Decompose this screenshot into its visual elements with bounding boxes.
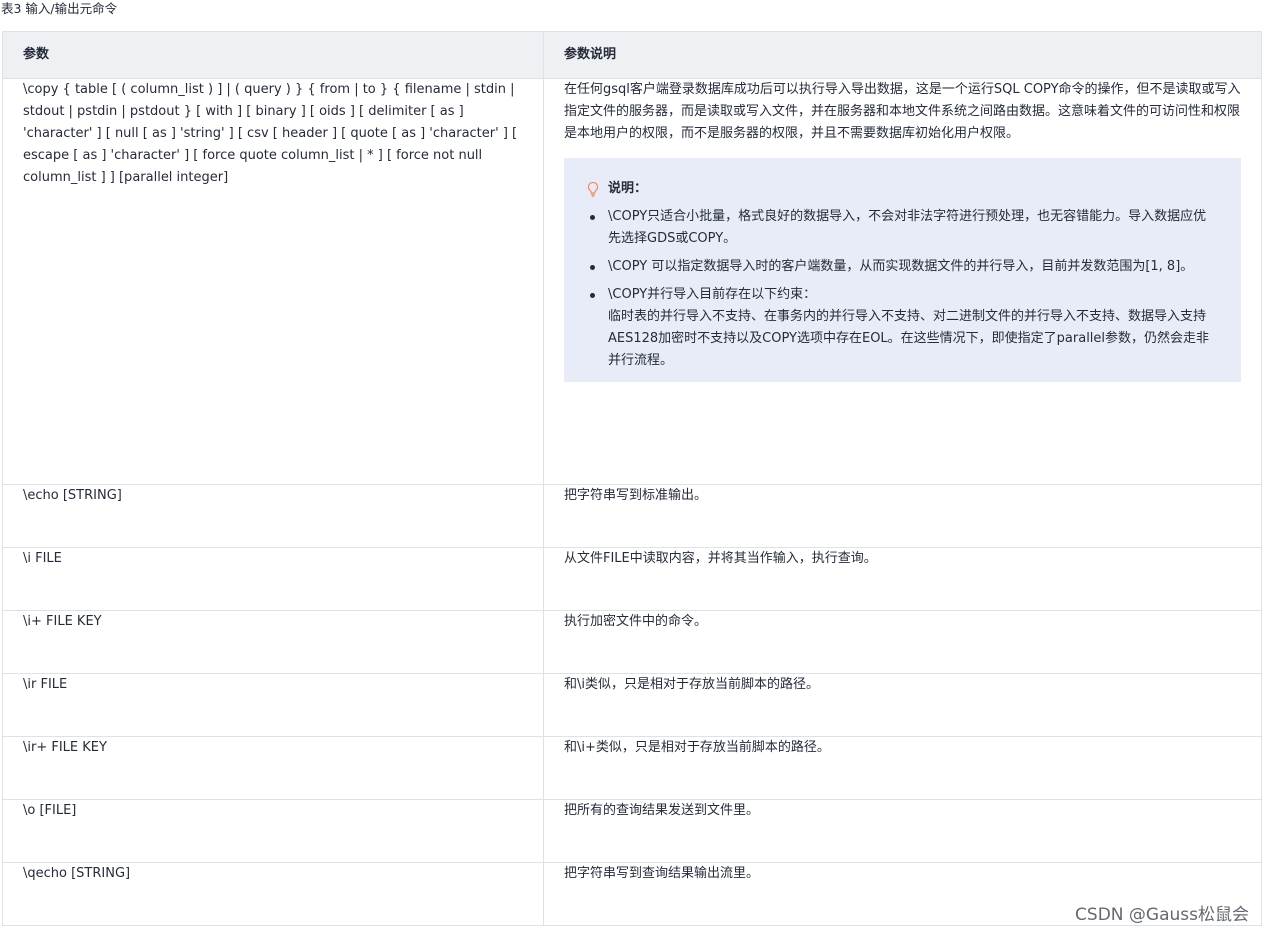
description-cell: 从文件FILE中读取内容，并将其当作输入，执行查询。: [543, 547, 1262, 611]
note-item: \COPY只适合小批量，格式良好的数据导入，不会对非法字符进行预处理，也无容错能…: [590, 206, 1213, 250]
param-cell: \o [FILE]: [2, 799, 544, 863]
description-cell: 把字符串写到标准输出。: [543, 484, 1262, 548]
column-header-description: 参数说明: [543, 31, 1262, 79]
table-row: \ir FILE 和\i类似，只是相对于存放当前脚本的路径。: [2, 673, 1262, 737]
param-cell: \ir FILE: [2, 673, 544, 737]
param-cell: \qecho [STRING]: [2, 862, 544, 926]
table-row: \i FILE 从文件FILE中读取内容，并将其当作输入，执行查询。: [2, 547, 1262, 611]
table-caption: 表3 输入/输出元命令: [1, 1, 118, 16]
table-row: \ir+ FILE KEY 和\i+类似，只是相对于存放当前脚本的路径。: [2, 736, 1262, 800]
param-cell: \i FILE: [2, 547, 544, 611]
table-row: \echo [STRING] 把字符串写到标准输出。: [2, 484, 1262, 548]
note-title: 说明：: [586, 178, 1213, 200]
note-title-text: 说明：: [608, 181, 648, 196]
param-cell: \ir+ FILE KEY: [2, 736, 544, 800]
param-cell: \echo [STRING]: [2, 484, 544, 548]
note-item: \COPY并行导入目前存在以下约束： 临时表的并行导入不支持、在事务内的并行导入…: [590, 284, 1213, 372]
table-header-row: 参数 参数说明: [2, 31, 1262, 79]
description-cell: 执行加密文件中的命令。: [543, 610, 1262, 674]
description-cell: 把所有的查询结果发送到文件里。: [543, 799, 1262, 863]
meta-command-table: 参数 参数说明 \copy { table [ ( column_list ) …: [2, 31, 1262, 926]
watermark: CSDN @Gauss松鼠会: [1075, 905, 1249, 925]
param-cell: \i+ FILE KEY: [2, 610, 544, 674]
note-list: \COPY只适合小批量，格式良好的数据导入，不会对非法字符进行预处理，也无容错能…: [584, 206, 1213, 372]
note-box: 说明： \COPY只适合小批量，格式良好的数据导入，不会对非法字符进行预处理，也…: [564, 158, 1241, 382]
column-header-param: 参数: [2, 31, 544, 79]
table-row: \copy { table [ ( column_list ) ] | ( qu…: [2, 78, 1262, 485]
description-cell: 和\i类似，只是相对于存放当前脚本的路径。: [543, 673, 1262, 737]
lightbulb-icon: [586, 181, 600, 197]
description-cell: 在任何gsql客户端登录数据库成功后可以执行导入导出数据，这是一个运行SQL C…: [543, 78, 1262, 485]
note-item-text: \COPY并行导入目前存在以下约束：: [608, 287, 817, 302]
note-item-detail: 临时表的并行导入不支持、在事务内的并行导入不支持、对二进制文件的并行导入不支持、…: [608, 309, 1210, 368]
param-cell: \copy { table [ ( column_list ) ] | ( qu…: [2, 78, 544, 485]
table-row: \o [FILE] 把所有的查询结果发送到文件里。: [2, 799, 1262, 863]
note-item: \COPY 可以指定数据导入时的客户端数量，从而实现数据文件的并行导入，目前并发…: [590, 256, 1213, 278]
table-row: \qecho [STRING] 把字符串写到查询结果输出流里。: [2, 862, 1262, 926]
description-cell: 和\i+类似，只是相对于存放当前脚本的路径。: [543, 736, 1262, 800]
table-row: \i+ FILE KEY 执行加密文件中的命令。: [2, 610, 1262, 674]
description-text: 在任何gsql客户端登录数据库成功后可以执行导入导出数据，这是一个运行SQL C…: [564, 82, 1241, 141]
